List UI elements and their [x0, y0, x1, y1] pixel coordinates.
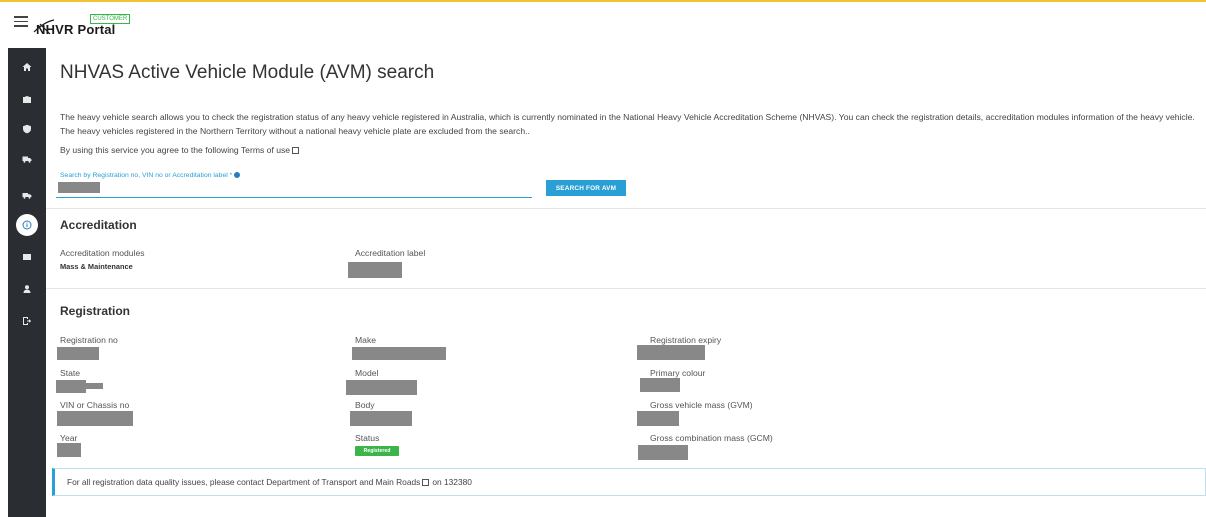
briefcase-icon	[23, 96, 31, 103]
divider	[46, 288, 1206, 289]
divider	[46, 208, 1206, 209]
terms-link[interactable]: By using this service you agree to the f…	[60, 145, 290, 155]
vin-value-redacted	[57, 411, 133, 426]
external-link-icon	[422, 478, 430, 486]
sidebar	[8, 48, 46, 517]
search-value-redacted	[58, 182, 100, 193]
sidebar-item-avm-search[interactable]	[8, 214, 46, 236]
terms-text: By using this service you agree to the f…	[60, 145, 300, 155]
logo-text: NHVR Portal	[36, 22, 116, 37]
primary-colour-label: Primary colour	[650, 368, 706, 378]
notice-link[interactable]: For all registration data quality issues…	[67, 477, 420, 487]
truck-plus-icon	[22, 156, 32, 163]
registration-notice: For all registration data quality issues…	[52, 468, 1206, 496]
home-icon	[22, 63, 32, 71]
page-title: NHVAS Active Vehicle Module (AVM) search	[60, 62, 435, 83]
search-label: Search by Registration no, VIN no or Acc…	[60, 172, 241, 179]
sidebar-item-home[interactable]	[8, 56, 46, 78]
main-content: NHVAS Active Vehicle Module (AVM) search…	[46, 48, 1206, 517]
registration-heading: Registration	[60, 304, 131, 318]
external-link-icon	[292, 147, 300, 154]
registration-no-value-redacted	[57, 347, 99, 360]
sidebar-item-fleet[interactable]	[8, 184, 46, 206]
sidebar-item-account[interactable]	[8, 278, 46, 300]
help-icon[interactable]	[234, 172, 241, 178]
info-icon	[22, 220, 32, 230]
gcm-value-redacted	[638, 445, 688, 460]
active-indicator	[16, 214, 38, 236]
gvm-label: Gross vehicle mass (GVM)	[650, 400, 753, 410]
make-value-redacted	[352, 347, 446, 360]
sidebar-item-logout[interactable]	[8, 310, 46, 332]
body-label: Body	[355, 400, 375, 410]
status-label: Status	[355, 433, 380, 443]
accreditation-label-label: Accreditation label	[355, 248, 426, 258]
body-value-redacted	[350, 411, 412, 426]
search-input[interactable]	[56, 180, 532, 198]
gcm-label: Gross combination mass (GCM)	[650, 433, 773, 443]
truck-icon	[22, 193, 32, 199]
header: NHVR Portal CUSTOMER	[0, 2, 1206, 47]
make-label: Make	[355, 335, 377, 345]
logout-icon	[23, 317, 32, 325]
accreditation-modules-value: Mass & Maintenance	[60, 262, 133, 271]
year-label: Year	[60, 433, 78, 443]
accreditation-modules-label: Accreditation modules	[60, 248, 145, 258]
model-value-redacted	[346, 380, 417, 395]
id-card-icon	[23, 254, 31, 260]
model-label: Model	[355, 368, 379, 378]
logo-badge: CUSTOMER	[90, 14, 131, 24]
sidebar-item-accreditation[interactable]	[8, 118, 46, 140]
primary-colour-value-redacted	[640, 378, 680, 392]
notice-phone: on 132380	[432, 477, 472, 487]
registration-expiry-value-redacted	[637, 345, 705, 360]
accreditation-heading: Accreditation	[60, 218, 137, 232]
state-value-redacted	[86, 383, 103, 389]
search-for-avm-button[interactable]: SEARCH FOR AVM	[546, 180, 626, 196]
status-badge: Registered	[355, 446, 399, 456]
hamburger-menu-icon[interactable]	[14, 16, 28, 30]
gvm-value-redacted	[637, 411, 679, 426]
user-icon	[23, 285, 31, 293]
registration-no-label: Registration no	[60, 335, 118, 345]
shield-icon	[23, 124, 31, 134]
year-value-redacted	[57, 443, 81, 457]
sidebar-item-permits[interactable]	[8, 246, 46, 268]
registration-expiry-label: Registration expiry	[650, 335, 722, 345]
sidebar-item-business[interactable]	[8, 88, 46, 110]
vin-label: VIN or Chassis no	[60, 400, 130, 410]
state-value-redacted	[56, 380, 86, 393]
state-label: State	[60, 368, 81, 378]
accreditation-label-value-redacted	[348, 262, 402, 278]
intro-text: The heavy vehicle search allows you to c…	[60, 112, 1195, 136]
sidebar-item-vehicles[interactable]	[8, 148, 46, 170]
